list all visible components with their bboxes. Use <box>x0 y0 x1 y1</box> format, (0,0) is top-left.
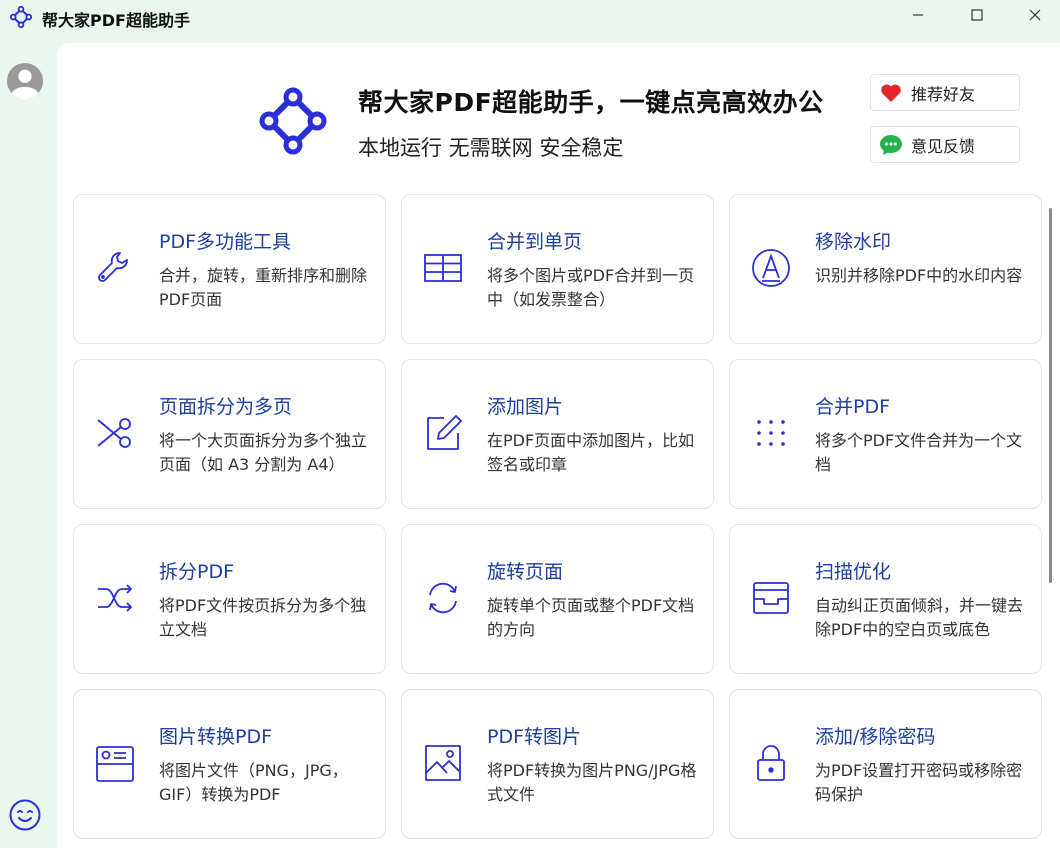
tool-desc: 合并，旋转，重新排序和删除PDF页面 <box>159 266 368 309</box>
tool-title: PDF多功能工具 <box>159 231 292 253</box>
tool-desc: 将一个大页面拆分为多个独立页面（如 A3 分割为 A4） <box>159 431 368 474</box>
tool-desc: 在PDF页面中添加图片，比如签名或印章 <box>487 431 695 474</box>
tool-desc: 旋转单个页面或整个PDF文档的方向 <box>487 596 695 639</box>
tool-card-add-image[interactable]: 添加图片 在PDF页面中添加图片，比如签名或印章 <box>401 359 714 509</box>
minimize-button[interactable] <box>895 0 941 30</box>
minimize-icon <box>913 14 923 16</box>
wrench-icon <box>98 252 128 282</box>
chat-icon <box>879 133 903 157</box>
window-title: 帮大家PDF超能助手 <box>42 11 190 30</box>
tool-desc: 将PDF转换为图片PNG/JPG格式文件 <box>487 761 697 804</box>
tool-desc: 为PDF设置打开密码或移除密码保护 <box>815 761 1023 804</box>
watermark-icon <box>752 249 790 287</box>
hero-logo-icon <box>259 87 327 155</box>
scrollbar[interactable] <box>1049 208 1052 583</box>
close-icon <box>1029 9 1041 21</box>
table-icon <box>424 254 462 282</box>
heart-icon <box>879 81 903 105</box>
tray-icon <box>753 582 789 614</box>
recommend-button[interactable]: 推荐好友 <box>870 74 1020 111</box>
scissors-icon <box>97 418 131 448</box>
main-panel: 帮大家PDF超能助手，一键点亮高效办公 本地运行 无需联网 安全稳定 推荐好友 … <box>57 43 1060 848</box>
grid-dots-icon <box>757 420 785 446</box>
tool-title: 移除水印 <box>815 231 892 253</box>
tool-desc: 将多个图片或PDF合并到一页中（如发票整合） <box>487 266 695 309</box>
tool-desc: 将多个PDF文件合并为一个文档 <box>815 431 1023 474</box>
tool-title: PDF转图片 <box>487 726 582 748</box>
tool-card-password[interactable]: 添加/移除密码 为PDF设置打开密码或移除密码保护 <box>729 689 1042 839</box>
app-logo-icon <box>10 6 32 28</box>
recommend-label: 推荐好友 <box>911 84 976 104</box>
tool-title: 拆分PDF <box>159 561 235 583</box>
tool-card-pdf-multitool[interactable]: PDF多功能工具 合并，旋转，重新排序和删除PDF页面 <box>73 194 386 344</box>
feedback-button[interactable]: 意见反馈 <box>870 126 1020 163</box>
smiley-icon[interactable] <box>8 798 42 832</box>
id-card-icon <box>96 746 134 782</box>
feedback-label: 意见反馈 <box>911 136 976 156</box>
avatar[interactable] <box>6 62 44 100</box>
tool-title: 扫描优化 <box>815 561 892 583</box>
tool-desc: 将图片文件（PNG，JPG，GIF）转换为PDF <box>159 761 348 804</box>
tool-title: 合并到单页 <box>487 231 583 253</box>
page-title: 帮大家PDF超能助手，一键点亮高效办公 <box>358 88 824 117</box>
page-subtitle: 本地运行 无需联网 安全稳定 <box>358 136 624 160</box>
tool-card-merge-single-page[interactable]: 合并到单页 将多个图片或PDF合并到一页中（如发票整合） <box>401 194 714 344</box>
image-icon <box>425 745 461 781</box>
tool-title: 页面拆分为多页 <box>159 396 293 418</box>
tool-card-pdf-to-image[interactable]: PDF转图片 将PDF转换为图片PNG/JPG格式文件 <box>401 689 714 839</box>
tool-card-scan-optimize[interactable]: 扫描优化 自动纠正页面倾斜，并一键去除PDF中的空白页或底色 <box>729 524 1042 674</box>
tool-card-split-page[interactable]: 页面拆分为多页 将一个大页面拆分为多个独立页面（如 A3 分割为 A4） <box>73 359 386 509</box>
tool-card-remove-watermark[interactable]: 移除水印 识别并移除PDF中的水印内容 <box>729 194 1042 344</box>
tool-desc: 自动纠正页面倾斜，并一键去除PDF中的空白页或底色 <box>815 596 1024 639</box>
tool-title: 添加/移除密码 <box>815 726 936 748</box>
tool-card-rotate-page[interactable]: 旋转页面 旋转单个页面或整个PDF文档的方向 <box>401 524 714 674</box>
maximize-button[interactable] <box>954 0 1000 30</box>
tool-title: 旋转页面 <box>487 561 564 583</box>
tool-card-image-to-pdf[interactable]: 图片转换PDF 将图片文件（PNG，JPG，GIF）转换为PDF <box>73 689 386 839</box>
lock-icon <box>757 745 785 781</box>
title-bar: 帮大家PDF超能助手 <box>0 0 1060 34</box>
tool-title: 图片转换PDF <box>159 726 273 748</box>
tool-title: 添加图片 <box>487 396 564 418</box>
tool-desc: 识别并移除PDF中的水印内容 <box>815 266 1023 285</box>
edit-icon <box>427 415 462 450</box>
tool-card-merge-pdf[interactable]: 合并PDF 将多个PDF文件合并为一个文档 <box>729 359 1042 509</box>
tool-title: 合并PDF <box>815 396 891 418</box>
close-button[interactable] <box>1012 0 1058 30</box>
maximize-icon <box>971 9 983 21</box>
rotate-icon <box>429 582 457 614</box>
shuffle-icon <box>98 584 132 612</box>
tool-desc: 将PDF文件按页拆分为多个独立文档 <box>159 596 367 639</box>
tool-card-split-pdf[interactable]: 拆分PDF 将PDF文件按页拆分为多个独立文档 <box>73 524 386 674</box>
